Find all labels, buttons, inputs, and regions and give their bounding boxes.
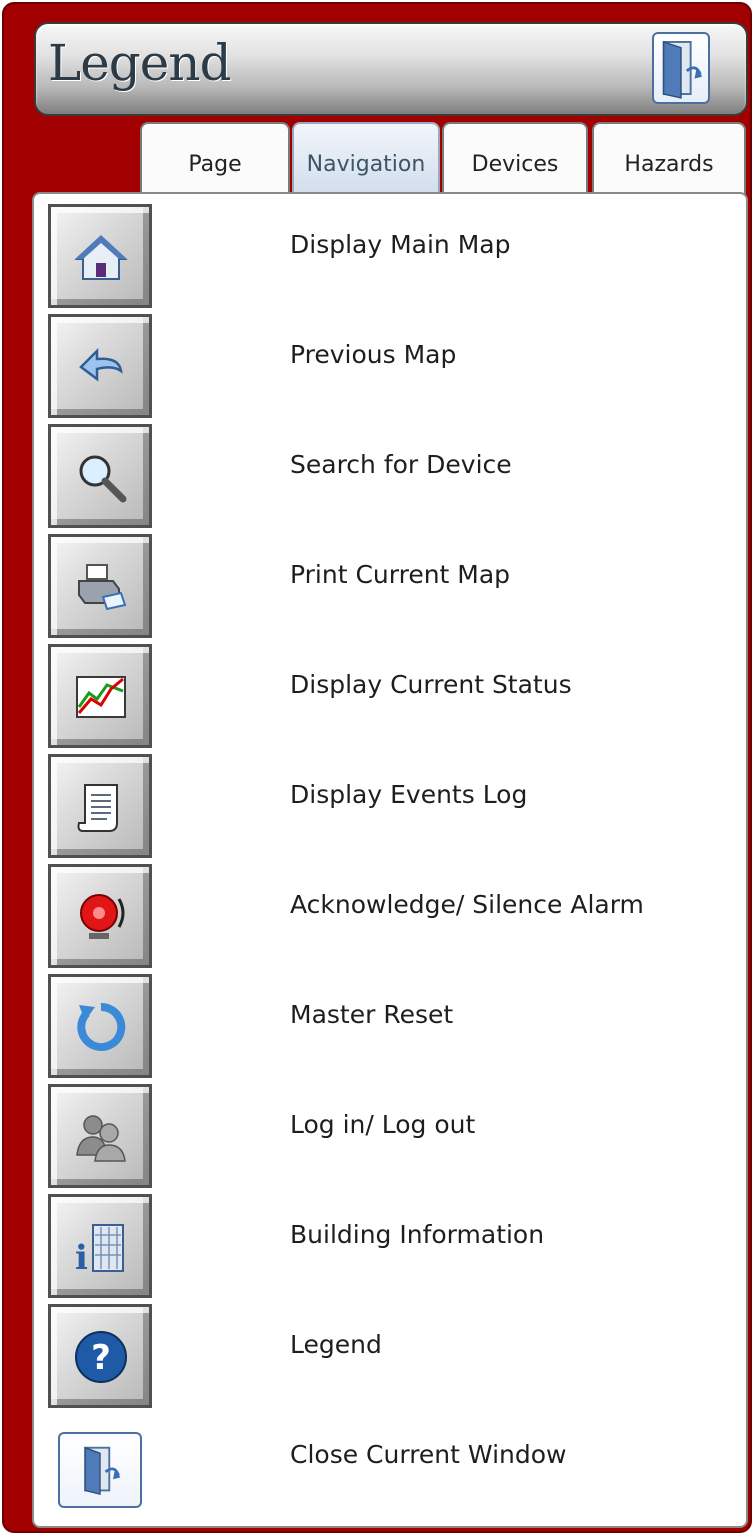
legend-item: Display Current Status: [48, 640, 738, 748]
home-icon: [74, 235, 128, 280]
legend-item-label: Display Main Map: [290, 230, 511, 259]
tab-hazards[interactable]: Hazards: [592, 122, 746, 200]
events-log-button[interactable]: [48, 754, 152, 858]
legend-item: Previous Map: [48, 310, 738, 418]
tab-devices[interactable]: Devices: [442, 122, 588, 200]
login-button[interactable]: [48, 1084, 152, 1188]
users-icon: [76, 1115, 126, 1162]
legend-item-label: Print Current Map: [290, 560, 511, 589]
status-button[interactable]: [48, 644, 152, 748]
legend-item: Acknowledge/ Silence Alarm: [48, 860, 738, 968]
reset-icon: [77, 1002, 126, 1051]
legend-item: Display Events Log: [48, 750, 738, 858]
legend-item: Print Current Map: [48, 530, 738, 638]
building-info-icon: i: [75, 1224, 124, 1275]
window-title: Legend: [48, 34, 232, 92]
search-button[interactable]: [48, 424, 152, 528]
master-reset-button[interactable]: [48, 974, 152, 1078]
title-bar: Legend: [34, 22, 748, 116]
legend-item-label: Previous Map: [290, 340, 457, 369]
legend-item: Master Reset: [48, 970, 738, 1078]
building-info-button[interactable]: i: [48, 1194, 152, 1298]
legend-button[interactable]: ?: [48, 1304, 152, 1408]
status-chart-icon: [76, 676, 126, 718]
svg-text:i: i: [75, 1238, 88, 1275]
magnifier-icon: [79, 455, 127, 503]
legend-item-label: Search for Device: [290, 450, 512, 479]
alarm-bell-icon: [80, 894, 125, 939]
log-scroll-icon: [77, 784, 118, 832]
svg-text:?: ?: [91, 1338, 111, 1378]
tab-bar: Page Navigation Devices Hazards: [140, 122, 748, 200]
legend-item: Display Main Map: [48, 200, 738, 308]
legend-item-label: Display Current Status: [290, 670, 572, 699]
tab-page[interactable]: Page: [140, 122, 290, 200]
legend-item-label: Close Current Window: [290, 1440, 567, 1469]
print-button[interactable]: [48, 534, 152, 638]
back-arrow-icon: [79, 347, 123, 382]
legend-item-label: Master Reset: [290, 1000, 454, 1029]
legend-item-label: Building Information: [290, 1220, 545, 1249]
help-icon: ?: [75, 1331, 127, 1383]
legend-panel: Display Main Map Previous Map Search for…: [32, 192, 748, 1528]
silence-alarm-button[interactable]: [48, 864, 152, 968]
legend-item: Close Current Window: [48, 1410, 738, 1518]
home-button[interactable]: [48, 204, 152, 308]
legend-item-label: Legend: [290, 1330, 382, 1359]
previous-map-button[interactable]: [48, 314, 152, 418]
tab-navigation[interactable]: Navigation: [292, 122, 440, 200]
close-window-button[interactable]: [652, 32, 710, 104]
legend-item-label: Acknowledge/ Silence Alarm: [290, 890, 644, 919]
legend-item-label: Log in/ Log out: [290, 1110, 476, 1139]
legend-item: Log in/ Log out: [48, 1080, 738, 1188]
legend-item: Search for Device: [48, 420, 738, 528]
legend-item: i Building Information: [48, 1190, 738, 1298]
close-current-window-button[interactable]: [58, 1432, 142, 1508]
legend-item-label: Display Events Log: [290, 780, 528, 809]
door-exit-icon: [84, 1446, 121, 1496]
printer-icon: [78, 564, 127, 611]
door-exit-icon: [662, 40, 703, 99]
legend-item: ? Legend: [48, 1300, 738, 1408]
